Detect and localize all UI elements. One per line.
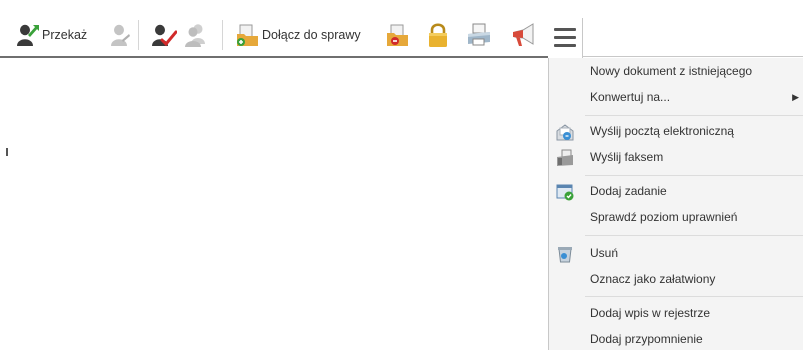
reject-button[interactable] — [149, 22, 177, 48]
print-button[interactable] — [466, 22, 492, 48]
fax-icon — [557, 149, 573, 166]
menu-item-label: Oznacz jako załatwiony — [590, 272, 716, 286]
lock-icon — [429, 23, 447, 47]
menu-item-add-task[interactable]: Dodaj zadanie — [549, 178, 803, 204]
submenu-arrow-icon: ▶ — [792, 91, 799, 102]
menu-separator — [585, 115, 803, 116]
toolbar-separator — [222, 20, 223, 50]
forward-button[interactable]: Przekaż — [14, 22, 87, 48]
menu-item-send-email[interactable]: Wyślij pocztą elektroniczną — [549, 118, 803, 144]
text-caret — [6, 148, 8, 156]
attach-to-case-button[interactable]: Dołącz do sprawy — [234, 22, 361, 48]
task-add-icon — [556, 184, 574, 201]
announce-button[interactable] — [510, 22, 538, 48]
lock-button[interactable] — [426, 22, 450, 48]
menu-item-label: Usuń — [590, 246, 619, 260]
users-disabled-button[interactable] — [182, 22, 210, 48]
menu-item-add-register-entry[interactable]: Dodaj wpis w rejestrze — [549, 300, 803, 326]
menu-item-label: Dodaj zadanie — [590, 184, 667, 198]
menu-separator — [585, 175, 803, 176]
menu-top-border — [582, 56, 803, 57]
user-disabled-icon — [111, 24, 130, 46]
menu-item-add-reminder[interactable]: Dodaj przypomnienie — [549, 326, 803, 352]
menu-item-label: Wyślij pocztą elektroniczną — [590, 124, 734, 138]
menu-item-label: Konwertuj na... — [590, 90, 671, 104]
hamburger-menu-button[interactable] — [548, 18, 582, 56]
email-send-icon — [556, 124, 574, 141]
attach-to-case-label: Dołącz do sprawy — [262, 28, 361, 42]
users-disabled-icon — [185, 24, 205, 47]
remove-from-case-button[interactable] — [384, 22, 410, 48]
menu-item-mark-done[interactable]: Oznacz jako załatwiony — [549, 266, 803, 292]
document-preview-pane — [0, 58, 548, 350]
hamburger-menu-icon — [554, 27, 576, 47]
actions-dropdown-menu: Nowy dokument z istniejącego Konwertuj n… — [548, 58, 803, 350]
menu-bar-divider — [582, 18, 583, 58]
menu-item-check-permissions[interactable]: Sprawdź poziom uprawnień — [549, 204, 803, 230]
forward-label: Przekaż — [42, 28, 88, 42]
menu-item-label: Dodaj przypomnienie — [590, 332, 703, 346]
menu-separator — [585, 296, 803, 297]
toolbar-separator — [138, 20, 139, 50]
menu-item-send-fax[interactable]: Wyślij faksem — [549, 144, 803, 170]
folder-remove-icon — [387, 24, 408, 46]
trash-icon — [558, 247, 572, 263]
menu-item-convert[interactable]: Konwertuj na... ▶ — [549, 84, 803, 110]
print-icon — [468, 23, 490, 46]
attach-folder-icon — [237, 24, 258, 46]
forward-user-icon — [17, 24, 39, 46]
menu-item-label: Wyślij faksem — [590, 150, 664, 164]
user-reject-icon — [152, 24, 177, 47]
menu-item-new-from-existing[interactable]: Nowy dokument z istniejącego — [549, 58, 803, 84]
menu-item-label: Sprawdź poziom uprawnień — [590, 210, 738, 224]
menu-separator — [585, 235, 803, 236]
user-disabled-button[interactable] — [107, 22, 133, 48]
menu-item-delete[interactable]: Usuń — [549, 240, 803, 266]
toolbar: Przekaż Dołącz do sprawy — [0, 0, 548, 58]
menu-item-label: Nowy dokument z istniejącego — [590, 64, 753, 78]
menu-item-label: Dodaj wpis w rejestrze — [590, 306, 711, 320]
announce-icon — [513, 23, 534, 46]
